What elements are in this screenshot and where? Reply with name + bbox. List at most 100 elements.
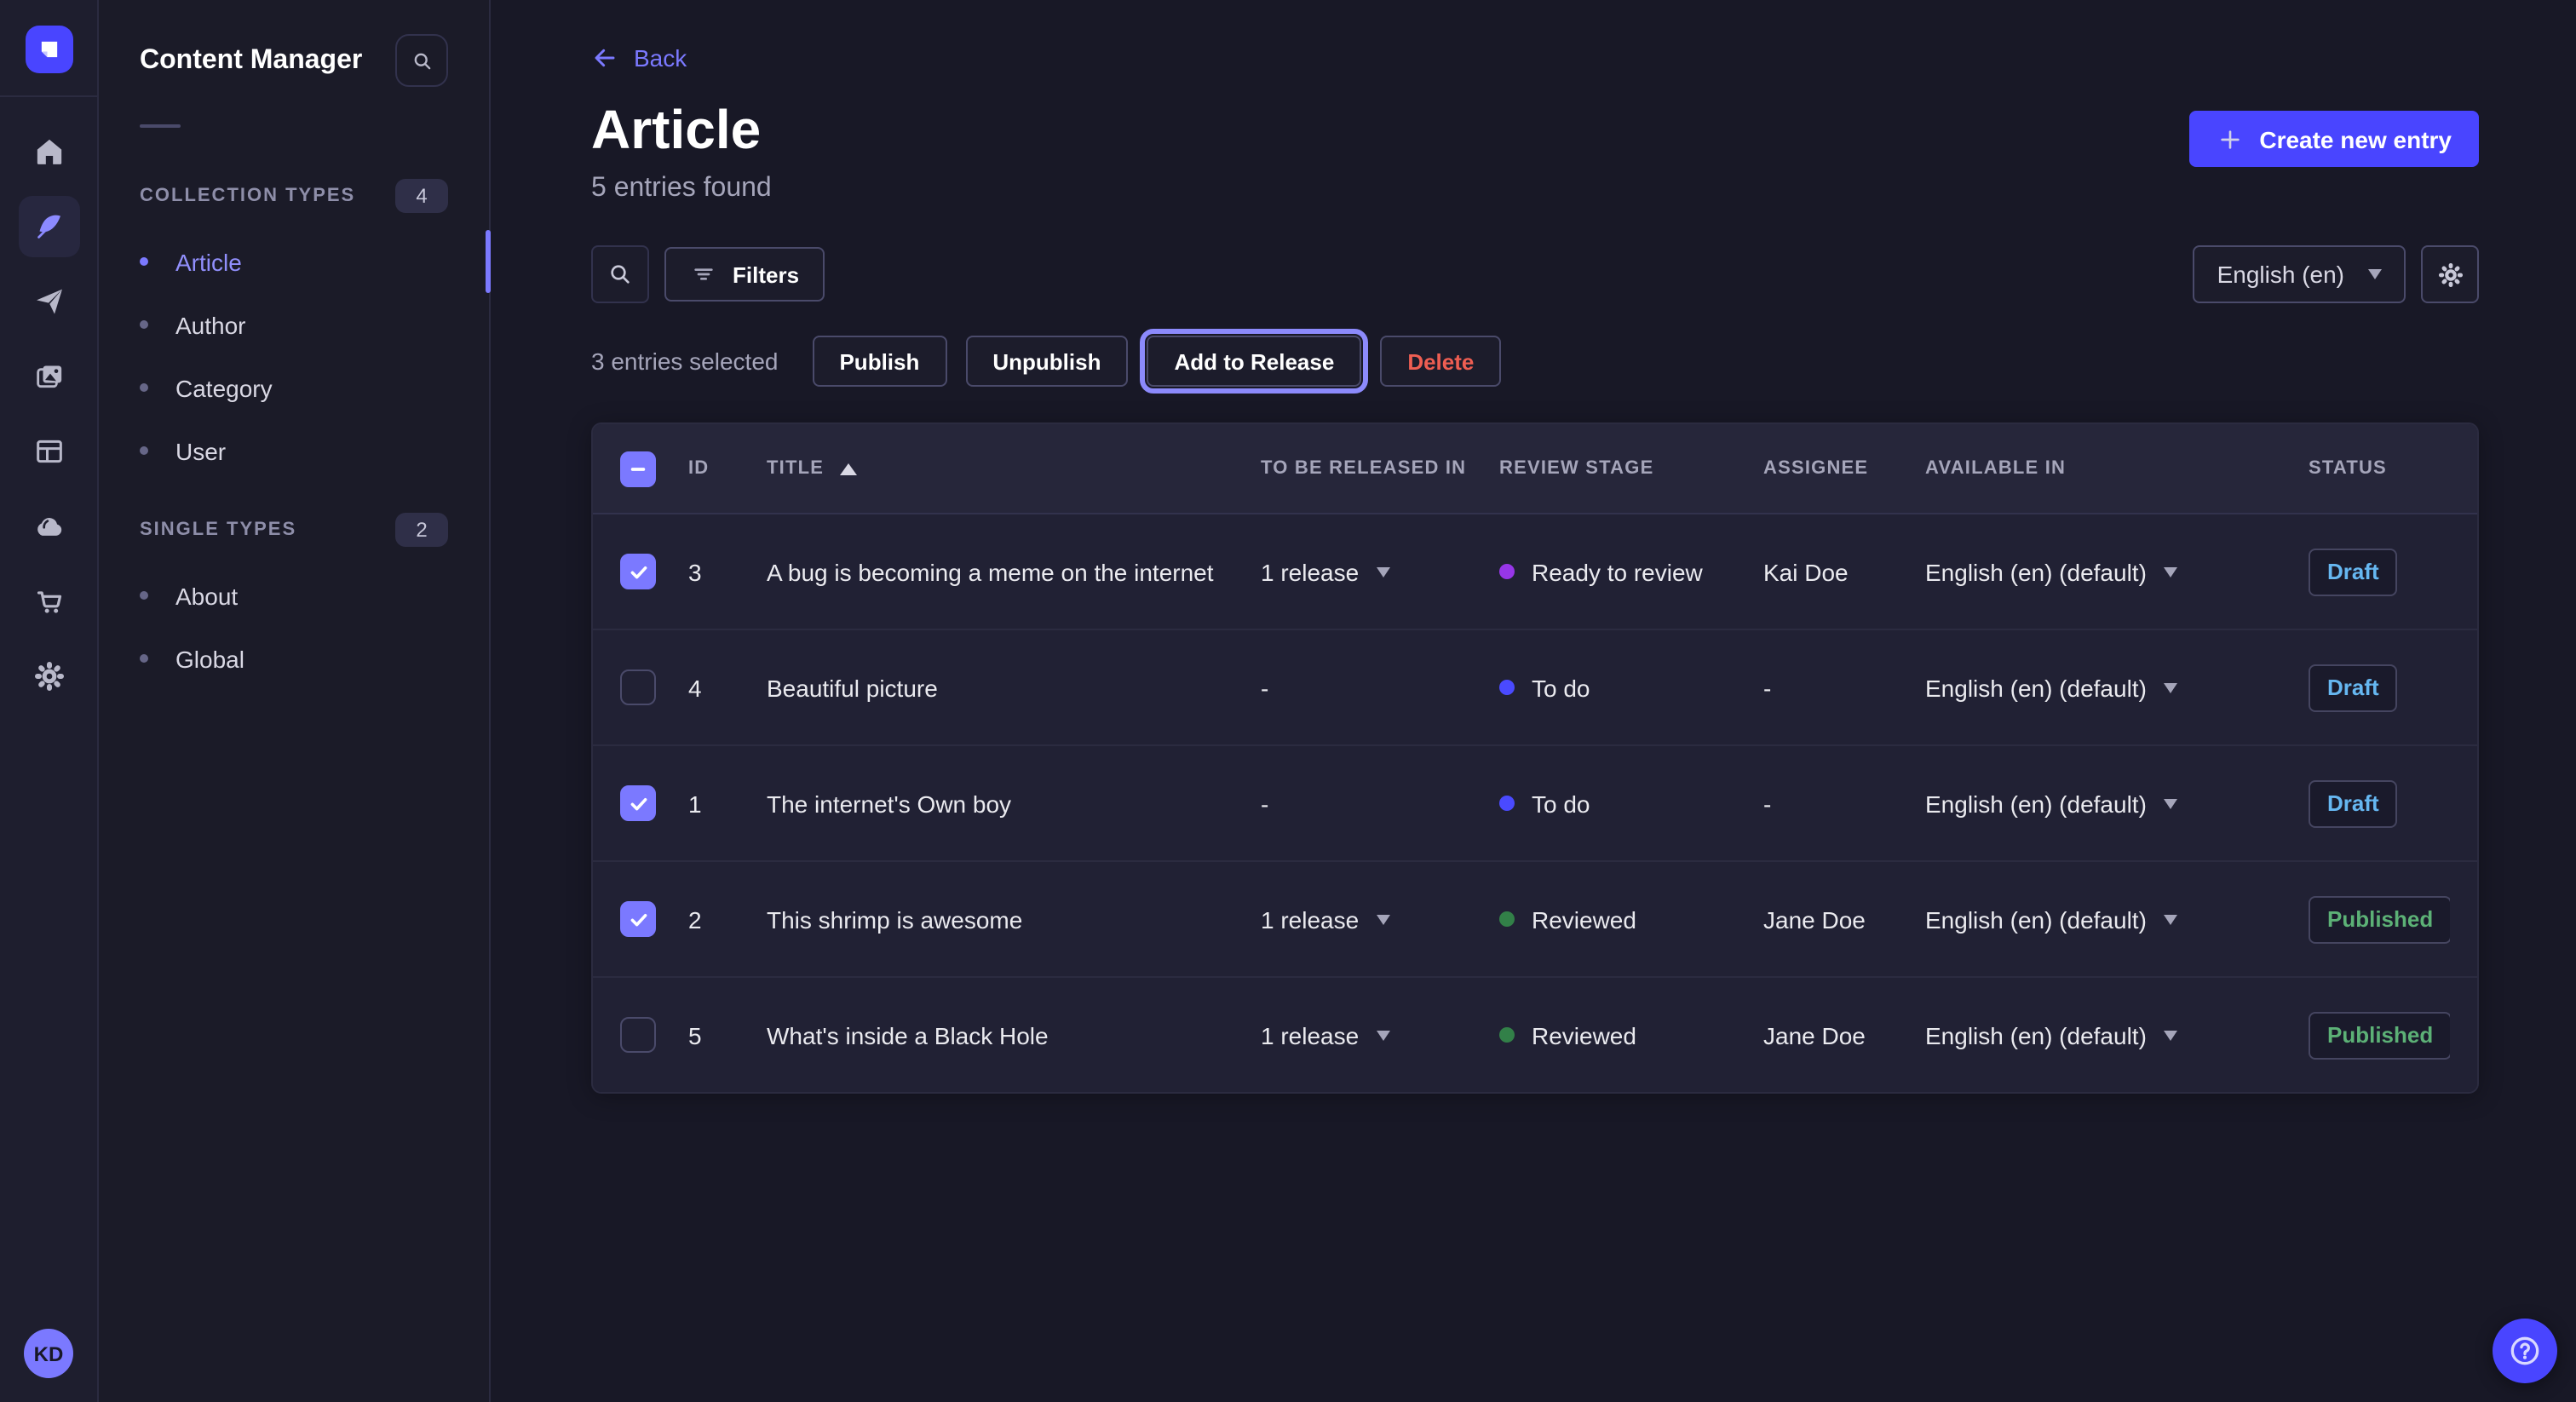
row-review-stage: To do (1499, 674, 1763, 701)
row-checkbox[interactable] (620, 669, 656, 705)
shopping-cart-icon (32, 584, 66, 618)
question-mark-icon (2506, 1332, 2544, 1370)
paper-plane-icon (32, 284, 66, 319)
view-settings-button[interactable] (2421, 245, 2479, 303)
column-header-title[interactable]: TITLE (767, 458, 1261, 479)
row-checkbox[interactable] (620, 1017, 656, 1053)
stage-dot-icon (1499, 680, 1515, 695)
row-checkbox[interactable] (620, 901, 656, 937)
row-title[interactable]: Beautiful picture (767, 674, 1261, 701)
row-review-stage: Reviewed (1499, 905, 1763, 933)
table-row: 1 The internet's Own boy - To do - Engli… (593, 746, 2477, 862)
table-row: 3 A bug is becoming a meme on the intern… (593, 514, 2477, 630)
nav-content-manager[interactable] (18, 196, 79, 257)
gear-icon (32, 659, 66, 693)
select-all-checkbox[interactable] (620, 451, 656, 486)
column-header-status[interactable]: STATUS (2309, 458, 2450, 479)
row-assignee: Kai Doe (1763, 558, 1925, 585)
row-released-in[interactable]: 1 release (1261, 1021, 1499, 1049)
column-header-id[interactable]: ID (688, 458, 767, 479)
back-link[interactable]: Back (591, 44, 687, 72)
unpublish-button[interactable]: Unpublish (965, 336, 1128, 387)
nav-marketplace[interactable] (18, 571, 79, 632)
row-title[interactable]: The internet's Own boy (767, 790, 1261, 817)
nav-media-library[interactable] (18, 346, 79, 407)
row-assignee: - (1763, 674, 1925, 701)
check-icon (628, 909, 648, 929)
stage-dot-icon (1499, 1027, 1515, 1043)
sidebar-item-author[interactable]: Author (140, 293, 448, 356)
row-available-in[interactable]: English (en) (default) (1925, 905, 2309, 933)
sidebar-item-user[interactable]: User (140, 419, 448, 482)
chevron-down-icon (2164, 1030, 2177, 1040)
status-badge: Published (2309, 895, 2450, 943)
nav-settings[interactable] (18, 646, 79, 707)
nav-transfer[interactable] (18, 271, 79, 332)
collection-types-count-badge: 4 (395, 179, 448, 213)
chevron-down-icon (1376, 1030, 1389, 1040)
gear-icon (2435, 260, 2464, 289)
search-entries-button[interactable] (591, 245, 649, 303)
row-released-in[interactable]: - (1261, 790, 1499, 817)
stage-dot-icon (1499, 564, 1515, 579)
row-id: 4 (688, 674, 767, 701)
bullet-icon (140, 591, 148, 600)
column-header-released[interactable]: TO BE RELEASED IN (1261, 458, 1499, 479)
create-new-entry-button[interactable]: Create new entry (2189, 111, 2479, 167)
nav-home[interactable] (18, 121, 79, 182)
single-types-count-badge: 2 (395, 513, 448, 547)
bullet-icon (140, 654, 148, 663)
row-id: 3 (688, 558, 767, 585)
indeterminate-icon (629, 459, 647, 478)
sidebar-search-button[interactable] (395, 34, 448, 87)
row-title[interactable]: This shrimp is awesome (767, 905, 1261, 933)
table-row: 2 This shrimp is awesome 1 release Revie… (593, 862, 2477, 978)
delete-button[interactable]: Delete (1380, 336, 1501, 387)
sidebar-item-article[interactable]: Article (140, 230, 448, 293)
row-id: 5 (688, 1021, 767, 1049)
section-collection-types: COLLECTION TYPES (140, 186, 355, 206)
user-avatar[interactable]: KD (24, 1329, 73, 1378)
table-row: 4 Beautiful picture - To do - English (e… (593, 630, 2477, 746)
row-released-in[interactable]: - (1261, 674, 1499, 701)
row-released-in[interactable]: 1 release (1261, 905, 1499, 933)
nav-deploy[interactable] (18, 496, 79, 557)
row-title[interactable]: What's inside a Black Hole (767, 1021, 1261, 1049)
row-assignee: - (1763, 790, 1925, 817)
row-available-in[interactable]: English (en) (default) (1925, 558, 2309, 585)
bullet-icon (140, 446, 148, 455)
home-icon (32, 135, 66, 169)
media-library-icon (32, 359, 66, 394)
help-button[interactable] (2493, 1319, 2557, 1383)
row-available-in[interactable]: English (en) (default) (1925, 790, 2309, 817)
filter-icon (690, 261, 717, 288)
publish-button[interactable]: Publish (812, 336, 946, 387)
strapi-logo[interactable] (25, 26, 72, 73)
row-available-in[interactable]: English (en) (default) (1925, 1021, 2309, 1049)
row-released-in[interactable]: 1 release (1261, 558, 1499, 585)
plus-icon (2217, 125, 2244, 152)
sidebar-item-category[interactable]: Category (140, 356, 448, 419)
row-review-stage: Reviewed (1499, 1021, 1763, 1049)
sort-ascending-icon (839, 463, 856, 474)
section-single-types: SINGLE TYPES (140, 520, 296, 540)
bullet-icon (140, 320, 148, 329)
chevron-down-icon (2164, 914, 2177, 924)
row-checkbox[interactable] (620, 785, 656, 821)
layout-icon (32, 434, 66, 468)
filters-button[interactable]: Filters (664, 247, 825, 302)
row-available-in[interactable]: English (en) (default) (1925, 674, 2309, 701)
column-header-available-in[interactable]: AVAILABLE IN (1925, 458, 2309, 479)
row-title[interactable]: A bug is becoming a meme on the internet (767, 558, 1261, 585)
add-to-release-button[interactable]: Add to Release (1147, 336, 1361, 387)
locale-select[interactable]: English (en) (2194, 245, 2406, 303)
nav-content-type-builder[interactable] (18, 421, 79, 482)
row-checkbox[interactable] (620, 554, 656, 589)
sidebar-item-global[interactable]: Global (140, 627, 448, 690)
column-header-assignee[interactable]: ASSIGNEE (1763, 458, 1925, 479)
sidebar-item-about[interactable]: About (140, 564, 448, 627)
search-icon (410, 49, 434, 72)
status-badge: Draft (2309, 664, 2398, 711)
status-badge: Draft (2309, 779, 2398, 827)
column-header-review-stage[interactable]: REVIEW STAGE (1499, 458, 1763, 479)
